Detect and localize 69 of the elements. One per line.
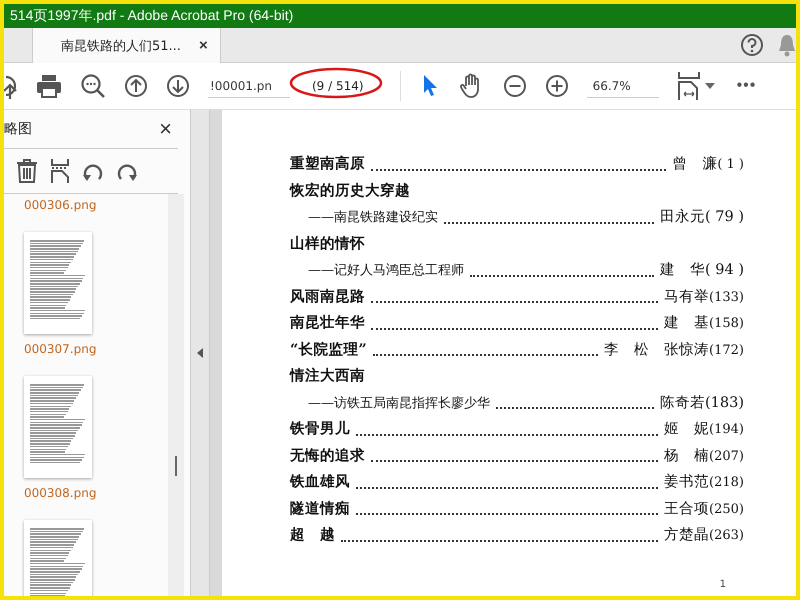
toc-page-number: (172) [709,342,744,358]
caret-icon[interactable] [704,83,715,89]
toc-title: 情注大西南 [290,366,365,385]
document-tab[interactable]: 南昆铁路的人们51... × [32,28,221,63]
scroll-bar[interactable] [168,194,184,596]
toc-title: 超 越 [290,525,335,544]
close-button[interactable]: × [153,116,178,142]
thumbnail-label[interactable]: 000307.png [24,342,168,356]
toc-title: 无悔的追求 [290,446,365,464]
toc-author: 建 基 [664,314,710,332]
more-button[interactable]: ••• [732,77,760,95]
toc-page-number: (183) [705,394,744,410]
page-thumbnail[interactable] [24,376,92,478]
trash-icon[interactable] [16,159,38,183]
zoom-in-icon[interactable] [544,74,569,98]
toc-page-number: (158) [709,316,744,331]
fit-page-icon[interactable] [676,72,701,100]
toc-title: 南昆壮年华 [290,313,365,332]
toc-author: 王合项 [664,500,710,518]
collapse-arrow-icon[interactable] [197,348,203,358]
thumbnail-label[interactable]: 000306.png [24,198,168,212]
tab-label[interactable]: 南昆铁路的人们51... [61,36,181,54]
toc-author: 建 华 [660,261,706,279]
toc-title: 恢宏的历史大穿越 [290,180,410,200]
search-icon[interactable] [80,73,106,99]
toc-page-number: (133) [709,290,744,304]
zoom-out-icon[interactable] [502,74,527,98]
panel-title: 略图 [4,120,32,138]
toc-page-number: (207) [709,448,744,464]
extract-page-icon[interactable] [50,159,70,183]
arrow-down-icon[interactable] [166,74,190,98]
toc-page-number: (250) [709,502,744,516]
window-title: 514页1997年.pdf - Adobe Acrobat Pro (64-bit) [9,7,294,25]
toc-title: 铁骨男儿 [290,419,350,438]
toc-page-number: (263) [709,528,744,543]
toc-title: ——访铁五局南昆指挥长廖少华 [308,394,490,412]
toc-title: ——记好人马鸿臣总工程师 [308,262,464,279]
toc-author: 方楚晶 [664,526,710,544]
thumbnail-label[interactable]: 000308.png [24,486,168,500]
arrow-up-icon[interactable] [124,74,148,98]
toc-page-number: (194) [709,422,744,437]
page-count: (9 / 514) [311,79,365,93]
toc-title: 重塑南高原 [290,154,365,173]
toc-title: ——南昆铁路建设纪实 [308,209,438,226]
help-icon[interactable] [740,33,764,57]
toc-page-number: ( 94 ) [705,262,744,278]
page-thumbnail[interactable] [24,232,92,334]
toc-page-number: (218) [709,475,744,490]
toc-title: 铁血雄风 [290,472,350,491]
close-tab-button[interactable]: × [194,37,212,54]
toc-title: “长院监理” [290,340,367,358]
print-icon[interactable] [36,73,62,99]
page-thumbnail[interactable] [24,520,92,596]
toc-title: 风雨南昆路 [290,286,365,306]
toc-author: 姜书范 [664,472,710,491]
toc-title: 山样的情怀 [290,234,365,252]
page-number: 1 [720,579,726,590]
toc-author: 曾 濂 [672,154,718,173]
toc-author: 田永元 [660,208,706,226]
toc-author: 马有举 [664,288,710,306]
share-icon[interactable] [4,73,18,99]
toc-page-number: ( 79 ) [705,209,744,225]
toc-page-number: ( 1 ) [717,157,744,172]
toc-author: 李 松 张惊涛 [604,340,710,358]
toc-author: 杨 楠 [664,446,710,464]
toc-title: 隧道情痴 [290,498,350,518]
toc-author: 陈奇若 [660,394,705,412]
toc-author: 姬 妮 [664,420,710,438]
zoom-dropdown[interactable]: 66.7% [586,74,659,98]
